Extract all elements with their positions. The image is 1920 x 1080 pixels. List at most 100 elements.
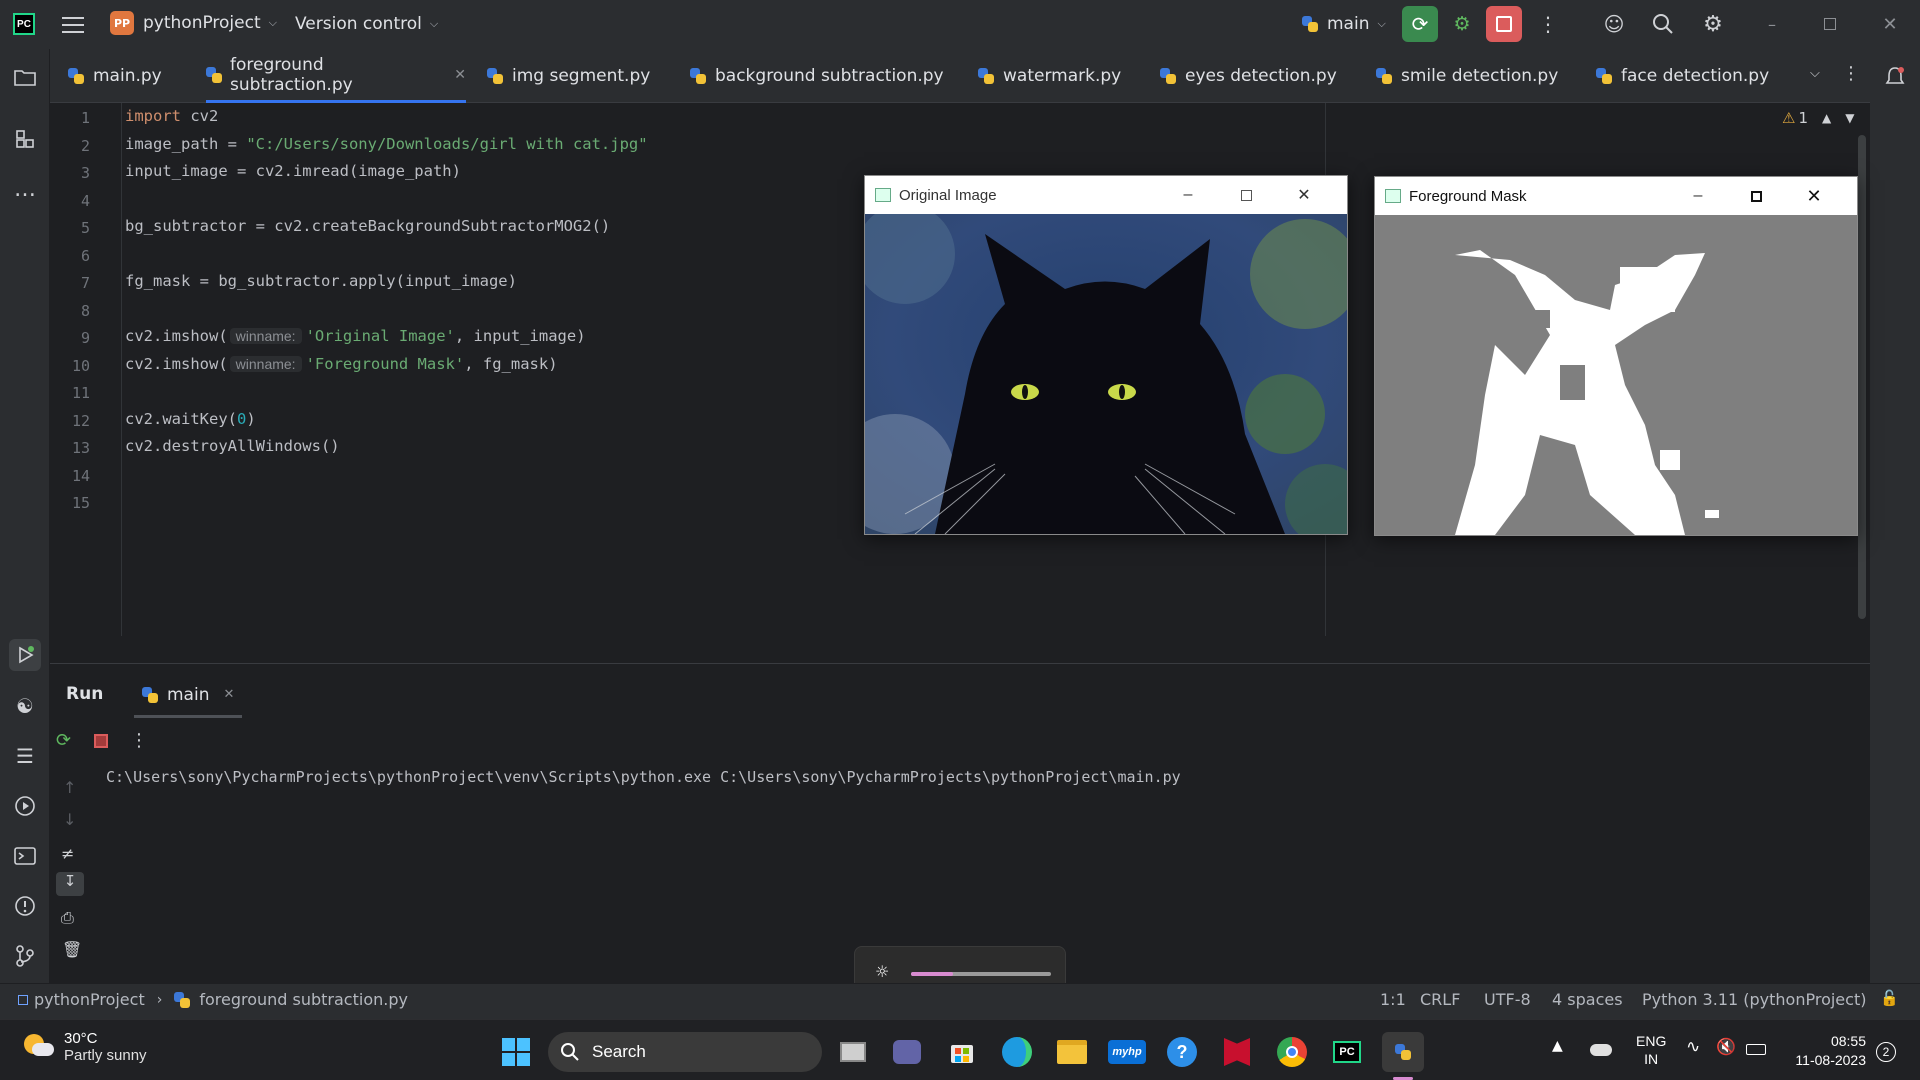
scroll-to-end-icon[interactable]: ↧ [56, 872, 84, 896]
tabs-dropdown-icon[interactable]: ⌵ [1810, 66, 1820, 81]
settings-gear-icon[interactable]: ⚙ [1695, 6, 1731, 42]
clock-date: 11-08-2023 [1795, 1052, 1866, 1068]
pycharm-logo-icon[interactable]: PC [13, 13, 35, 35]
weather-widget[interactable]: 30°C Partly sunny [22, 1030, 147, 1064]
tab-img-segment[interactable]: img segment.py [487, 49, 650, 103]
problems-indicator[interactable]: ⚠ 1 ▲ ▼ [1782, 109, 1854, 127]
tab-foreground-subtraction[interactable]: foreground subtraction.py ✕ [206, 49, 466, 103]
structure-icon[interactable] [9, 123, 41, 155]
foreground-mask-window[interactable]: Foreground Mask – ✕ [1374, 176, 1858, 536]
edge-browser-icon[interactable] [997, 1032, 1037, 1072]
notifications-bell-icon[interactable] [1879, 61, 1911, 93]
run-tool-icon[interactable] [9, 639, 41, 671]
clear-trash-icon[interactable]: 🗑 [62, 940, 82, 959]
terminal-icon[interactable] [9, 840, 41, 872]
mcafee-icon[interactable] [1217, 1032, 1257, 1072]
python-console-icon[interactable]: ☯ [9, 690, 41, 722]
readonly-lock-icon[interactable]: 🔓 [1880, 989, 1899, 1007]
myhp-icon[interactable]: myhp [1107, 1032, 1147, 1072]
run-tab-main[interactable]: main ✕ [134, 674, 243, 718]
print-icon[interactable]: ⎙ [61, 908, 74, 928]
version-control-menu[interactable]: Version control ⌵ [295, 14, 438, 34]
run-more-icon[interactable]: ⋮ [130, 730, 148, 751]
brightness-slider[interactable] [911, 972, 1051, 976]
minimize-button[interactable]: – [1159, 176, 1217, 214]
wifi-icon[interactable]: ∿ [1686, 1037, 1700, 1057]
close-tab-icon[interactable]: ✕ [223, 687, 234, 702]
stop-button[interactable] [1486, 6, 1522, 42]
debug-icon[interactable]: ⚙ [1444, 6, 1480, 42]
indent-setting[interactable]: 4 spaces [1552, 990, 1623, 1009]
maximize-button[interactable] [1217, 176, 1275, 214]
line-number: 7 [80, 274, 90, 292]
chrome-icon[interactable] [1272, 1032, 1312, 1072]
tabs-more-icon[interactable]: ⋮ [1842, 63, 1860, 84]
next-problem-icon[interactable]: ▼ [1845, 111, 1854, 125]
close-button[interactable]: ✕ [1275, 176, 1333, 214]
tab-watermark[interactable]: watermark.py [978, 49, 1121, 103]
git-branch-icon[interactable] [9, 940, 41, 972]
windows-start-icon[interactable] [496, 1032, 536, 1072]
python-interpreter[interactable]: Python 3.11 (pythonProject) [1642, 990, 1866, 1009]
rerun-button[interactable]: ⟳ [1402, 6, 1438, 42]
teams-chat-icon[interactable] [887, 1032, 927, 1072]
close-window-button[interactable]: ✕ [1872, 6, 1908, 42]
services-icon[interactable] [9, 790, 41, 822]
soft-wrap-icon[interactable]: ≠ [61, 844, 74, 863]
volume-muted-icon[interactable]: 🔇 [1716, 1037, 1736, 1056]
line-number: 11 [71, 384, 90, 402]
close-tab-icon[interactable]: ✕ [454, 67, 466, 83]
window-titlebar[interactable]: Foreground Mask – ✕ [1375, 177, 1857, 215]
close-button[interactable]: ✕ [1785, 177, 1843, 215]
pycharm-taskbar-icon[interactable]: PC [1327, 1032, 1367, 1072]
problems-icon[interactable] [9, 890, 41, 922]
minimize-window-button[interactable]: – [1754, 6, 1790, 42]
scroll-down-icon[interactable]: ↓ [63, 810, 76, 829]
project-folder-icon[interactable] [9, 61, 41, 93]
window-titlebar[interactable]: Original Image – ✕ [865, 176, 1347, 214]
line-separator[interactable]: CRLF [1420, 990, 1460, 1009]
breadcrumb-project[interactable]: pythonProject [34, 990, 145, 1009]
chevron-down-icon: ⌵ [1377, 17, 1386, 30]
scroll-up-icon[interactable]: ↑ [63, 778, 76, 797]
breadcrumb-file[interactable]: foreground subtraction.py [199, 990, 408, 1009]
original-image-window[interactable]: Original Image – ✕ [864, 175, 1348, 535]
taskbar-search-box[interactable]: Search [548, 1032, 822, 1072]
rerun-icon[interactable]: ⟳ [56, 730, 71, 751]
more-tools-icon[interactable]: … [9, 173, 41, 205]
help-icon[interactable]: ? [1162, 1032, 1202, 1072]
python-packages-icon[interactable]: ☰ [9, 740, 41, 772]
tab-label: face detection.py [1621, 66, 1770, 86]
file-explorer-icon[interactable] [1052, 1032, 1092, 1072]
tab-main-py[interactable]: main.py [68, 49, 162, 103]
maximize-button[interactable] [1727, 177, 1785, 215]
more-actions-icon[interactable]: ⋮ [1530, 6, 1566, 42]
clock[interactable]: 08:55 11-08-2023 [1786, 1032, 1866, 1070]
file-encoding[interactable]: UTF-8 [1484, 990, 1531, 1009]
tab-background-subtraction[interactable]: background subtraction.py [690, 49, 944, 103]
main-menu-icon[interactable] [62, 14, 84, 34]
project-selector[interactable]: PP pythonProject ⌵ [110, 11, 277, 35]
show-hidden-icons[interactable]: ▲ [1552, 1038, 1563, 1054]
language-indicator[interactable]: ENG IN [1636, 1032, 1666, 1068]
prev-problem-icon[interactable]: ▲ [1822, 111, 1831, 125]
python-window-icon[interactable] [1382, 1032, 1424, 1072]
editor-scrollbar[interactable] [1858, 135, 1866, 619]
battery-icon[interactable] [1746, 1044, 1766, 1055]
stop-run-icon[interactable] [94, 734, 108, 748]
task-view-icon[interactable] [833, 1032, 873, 1072]
tab-face-detection[interactable]: face detection.py [1596, 49, 1769, 103]
run-tool-title[interactable]: Run [66, 684, 103, 704]
onedrive-cloud-icon[interactable] [1590, 1044, 1612, 1056]
tab-smile-detection[interactable]: smile detection.py [1376, 49, 1558, 103]
minimize-button[interactable]: – [1669, 177, 1727, 215]
tab-eyes-detection[interactable]: eyes detection.py [1160, 49, 1337, 103]
restore-window-button[interactable] [1812, 6, 1848, 42]
notification-badge[interactable]: 2 [1876, 1042, 1896, 1062]
microsoft-store-icon[interactable] [942, 1032, 982, 1072]
search-everywhere-icon[interactable] [1645, 6, 1681, 42]
cursor-position[interactable]: 1:1 [1380, 990, 1406, 1009]
run-config-selector[interactable]: main ⌵ [1302, 14, 1386, 34]
tab-label: smile detection.py [1401, 66, 1559, 86]
code-with-me-icon[interactable]: ☺ [1596, 6, 1632, 42]
